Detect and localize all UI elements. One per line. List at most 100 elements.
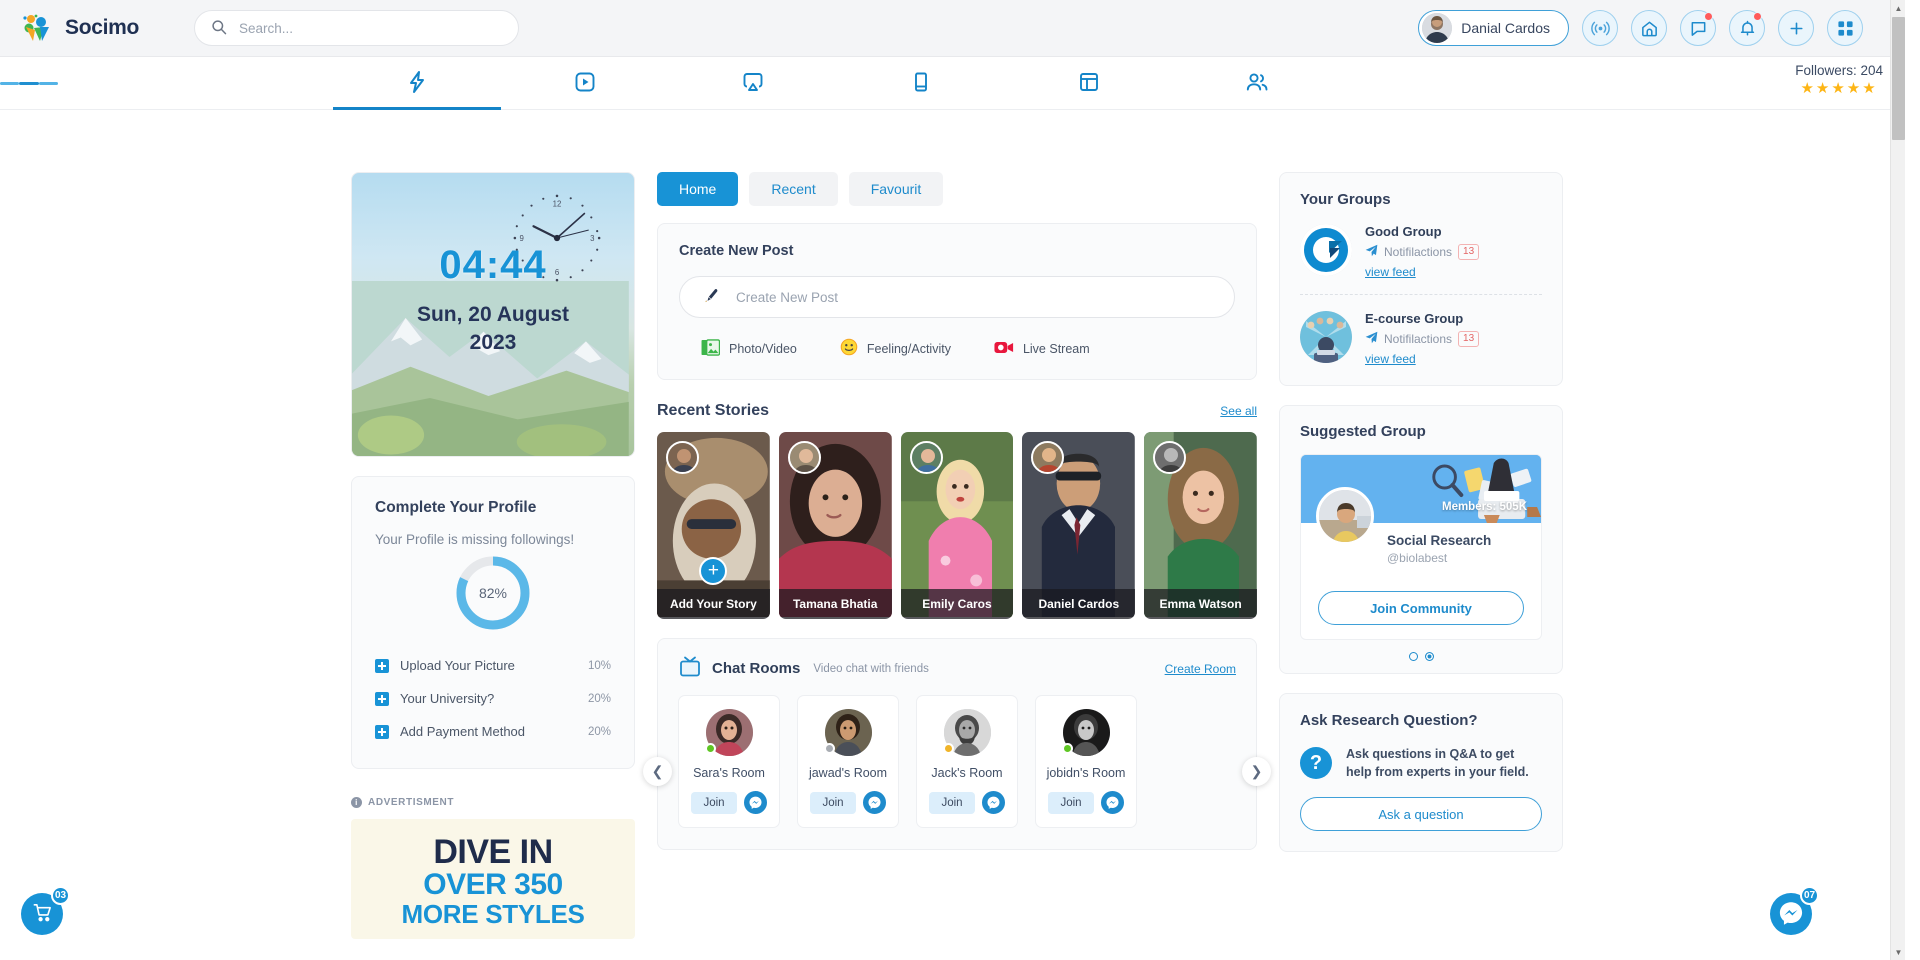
svg-text:9: 9 xyxy=(520,234,524,243)
bell-icon[interactable] xyxy=(1729,10,1765,46)
group-row[interactable]: Good Group Notifilactions 13 view feed xyxy=(1300,224,1542,279)
stories-list: + Add Your Story Tamana Bhatia Emily Car… xyxy=(657,432,1257,619)
feeling-activity-action[interactable]: Feeling/Activity xyxy=(840,338,951,359)
chat-room-card[interactable]: jawad's Room Join xyxy=(797,695,899,828)
tab-video[interactable] xyxy=(501,57,669,109)
messenger-icon xyxy=(1779,901,1803,928)
group-name: E-course Group xyxy=(1365,311,1464,326)
rating-stars: ★★★★★ xyxy=(1800,80,1878,97)
home-icon[interactable] xyxy=(1631,10,1667,46)
svg-text:12: 12 xyxy=(553,200,562,209)
tab-favourit[interactable]: Favourit xyxy=(848,172,944,206)
layout-icon xyxy=(1078,71,1100,96)
cart-fab-button[interactable]: 03 xyxy=(21,886,70,935)
room-actions: Join xyxy=(810,791,886,814)
photo-video-label: Photo/Video xyxy=(729,341,797,356)
story-card[interactable]: Emily Caros xyxy=(900,432,1014,619)
status-dot xyxy=(823,743,835,754)
broadcast-icon[interactable] xyxy=(1582,10,1618,46)
tab-feed[interactable] xyxy=(333,57,501,110)
create-room-link[interactable]: Create Room xyxy=(1165,662,1236,676)
carousel-dot-1[interactable] xyxy=(1408,652,1418,661)
tab-airplay[interactable] xyxy=(669,57,837,109)
grid-icon[interactable] xyxy=(1827,10,1863,46)
airplay-icon xyxy=(742,71,764,96)
page-scrollbar[interactable]: ▲ ▼ xyxy=(1890,0,1905,960)
live-stream-label: Live Stream xyxy=(1022,341,1090,356)
add-story-plus-icon[interactable]: + xyxy=(699,557,728,585)
main-nav: Followers: 204 ★★★★★ xyxy=(0,57,1905,110)
advertisement-text: ADVERTISMENT xyxy=(368,797,455,808)
create-post-input-wrap[interactable] xyxy=(679,276,1235,318)
ask-question-button[interactable]: Ask a question xyxy=(1300,797,1542,832)
stories-see-all-link[interactable]: See all xyxy=(1220,404,1257,418)
join-button[interactable]: Join xyxy=(1048,791,1094,814)
live-stream-action[interactable]: Live Stream xyxy=(994,338,1090,359)
scroll-up-icon[interactable]: ▲ xyxy=(1891,0,1905,16)
chevron-right-icon[interactable]: ❯ xyxy=(1242,757,1271,786)
profile-task-list: Upload Your Picture 10% Your University?… xyxy=(375,649,611,748)
story-card[interactable]: Tamana Bhatia xyxy=(778,432,892,619)
messenger-icon[interactable] xyxy=(743,791,767,814)
send-icon xyxy=(1365,331,1378,347)
chat-icon[interactable] xyxy=(1680,10,1716,46)
messenger-fab-button[interactable]: 07 xyxy=(1770,886,1819,935)
tab-layout[interactable] xyxy=(1005,57,1173,109)
search-box[interactable] xyxy=(194,10,519,46)
right-column: Your Groups Good Group Notifilactions 13… xyxy=(1279,172,1563,853)
chat-rooms-header: Chat Rooms Video chat with friends Creat… xyxy=(678,656,1236,681)
advertisement-banner[interactable]: DIVE IN OVER 350 MORE STYLES xyxy=(351,819,635,939)
cart-icon xyxy=(32,902,53,926)
profile-progress-wrap: 82% xyxy=(375,553,611,633)
status-dot xyxy=(1061,743,1073,754)
suggested-group-box: Members: 505K Social Research @biolabest… xyxy=(1300,454,1542,640)
plus-square-icon xyxy=(375,691,389,706)
chat-rooms-subtitle: Video chat with friends xyxy=(813,662,929,675)
create-post-input[interactable] xyxy=(736,289,1212,305)
status-dot xyxy=(704,743,716,754)
story-card[interactable]: Emma Watson xyxy=(1144,432,1257,619)
story-card[interactable]: Daniel Cardos xyxy=(1022,432,1136,619)
brand[interactable]: Socimo xyxy=(22,14,172,42)
chevron-left-icon[interactable]: ❮ xyxy=(643,757,672,786)
chat-room-card[interactable]: Sara's Room Join xyxy=(678,695,780,828)
group-row[interactable]: E-course Group Notifilactions 13 view fe… xyxy=(1300,311,1542,366)
plus-square-icon xyxy=(375,724,389,739)
tab-people[interactable] xyxy=(1173,57,1341,109)
join-button[interactable]: Join xyxy=(810,791,856,814)
scroll-down-icon[interactable]: ▼ xyxy=(1891,944,1905,960)
video-camera-icon xyxy=(994,340,1014,358)
join-button[interactable]: Join xyxy=(691,791,737,814)
tab-home[interactable]: Home xyxy=(657,172,739,206)
join-button[interactable]: Join xyxy=(929,791,975,814)
hamburger-icon[interactable] xyxy=(0,57,58,109)
plus-icon[interactable] xyxy=(1778,10,1814,46)
group-notif-label: Notifilactions xyxy=(1384,332,1453,346)
ad-line-3: MORE STYLES xyxy=(401,898,585,929)
stories-header: Recent Stories See all xyxy=(657,402,1257,420)
room-avatar xyxy=(1061,709,1110,756)
tab-book[interactable] xyxy=(837,57,1005,109)
story-card[interactable]: + Add Your Story xyxy=(657,432,770,619)
room-avatar xyxy=(942,709,991,756)
chat-room-card[interactable]: jobidn's Room Join xyxy=(1035,695,1137,828)
user-chip[interactable]: Danial Cardos xyxy=(1418,10,1569,46)
photo-video-action[interactable]: Photo/Video xyxy=(701,338,797,359)
room-name: jawad's Room xyxy=(808,766,888,780)
ask-research-title: Ask Research Question? xyxy=(1300,712,1478,729)
profile-task-row[interactable]: Upload Your Picture 10% xyxy=(375,649,611,682)
scrollbar-thumb[interactable] xyxy=(1892,17,1905,140)
messenger-icon[interactable] xyxy=(1100,791,1124,814)
join-community-button[interactable]: Join Community xyxy=(1318,591,1524,625)
messenger-icon[interactable] xyxy=(862,791,886,814)
profile-task-row[interactable]: Add Payment Method 20% xyxy=(375,715,611,748)
view-feed-link[interactable]: view feed xyxy=(1365,265,1479,279)
search-input[interactable] xyxy=(239,20,502,36)
tab-recent[interactable]: Recent xyxy=(749,172,838,206)
profile-task-row[interactable]: Your University? 20% xyxy=(375,682,611,715)
chat-room-card[interactable]: Jack's Room Join xyxy=(916,695,1018,828)
view-feed-link[interactable]: view feed xyxy=(1365,352,1479,366)
story-name: Daniel Cardos xyxy=(1022,589,1136,619)
messenger-icon[interactable] xyxy=(981,791,1005,814)
carousel-dot-2[interactable] xyxy=(1424,652,1434,661)
